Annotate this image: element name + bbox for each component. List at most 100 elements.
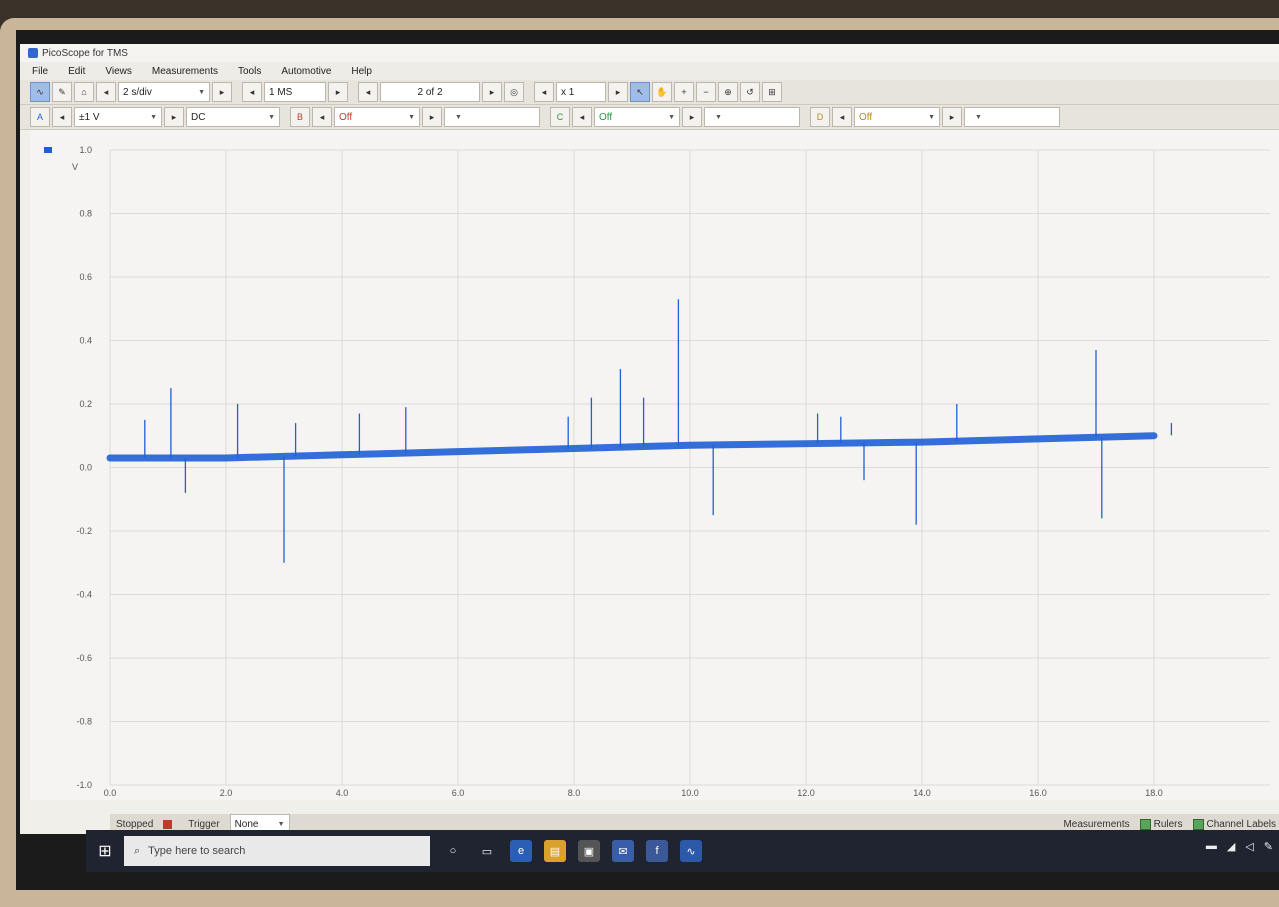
x-tick-label: 6.0 — [452, 788, 465, 798]
windows-start-icon[interactable]: ⊞ — [86, 830, 124, 872]
channel-toolbar: A ◂ ±1 V ▼ ▸ DC ▼ B ◂ Off ▼ ▸ ▼ C ◂ Off ▼ ▸ … — [20, 105, 1279, 130]
channel-d-range-select[interactable]: Off ▼ — [854, 107, 940, 127]
zoom-prev-button[interactable]: ◂ — [534, 82, 554, 102]
cortana-icon[interactable]: ○ — [442, 840, 464, 862]
system-tray: ▬ ◢ ◁ ✎ — [1206, 840, 1273, 853]
measurements-toggle[interactable]: Measurements — [1063, 819, 1129, 830]
zoom-fit-icon[interactable]: ⊕ — [718, 82, 738, 102]
picoscope-taskbar-icon[interactable]: ∿ — [680, 840, 702, 862]
scope-mode-icon[interactable]: ∿ — [30, 82, 50, 102]
zoom-select[interactable]: x 1 — [556, 82, 606, 102]
ruler-icon[interactable]: ⊞ — [762, 82, 782, 102]
facebook-icon[interactable]: f — [646, 840, 668, 862]
check-icon — [1139, 818, 1151, 830]
channel-b-coupling-select[interactable]: ▼ — [444, 107, 540, 127]
timebase-select[interactable]: 2 s/div ▼ — [118, 82, 210, 102]
file-explorer-icon[interactable]: ▤ — [544, 840, 566, 862]
range-c-prev-button[interactable]: ◂ — [572, 107, 592, 127]
range-b-next-button[interactable]: ▸ — [422, 107, 442, 127]
x-tick-label: 16.0 — [1029, 788, 1047, 798]
chevron-down-icon: ▼ — [150, 113, 157, 121]
rulers-toggle[interactable]: Rulers — [1139, 818, 1183, 830]
trigger-value: None — [234, 818, 259, 830]
channel-a-range-value: ±1 V — [79, 111, 100, 123]
y-tick-label: 0.8 — [79, 209, 92, 219]
channel-a-coupling-select[interactable]: DC ▼ — [186, 107, 280, 127]
mail-icon[interactable]: ✉ — [612, 840, 634, 862]
zoom-value: x 1 — [561, 86, 575, 98]
timebase-prev-button[interactable]: ◂ — [96, 82, 116, 102]
channel-d-range-value: Off — [859, 111, 873, 123]
channel-b-icon[interactable]: B — [290, 107, 310, 127]
scope-view[interactable]: 1.0 0.8 0.6 0.4 0.2 0.0 -0.2 -0.4 -0.6 -0.8 -1.0 0.… — [30, 130, 1279, 800]
menu-views[interactable]: Views — [105, 66, 132, 77]
edge-icon[interactable]: e — [510, 840, 532, 862]
probe-icon[interactable]: ✎ — [52, 82, 72, 102]
timebase-next-button[interactable]: ▸ — [212, 82, 232, 102]
home-icon[interactable]: ⌂ — [74, 82, 94, 102]
range-a-prev-button[interactable]: ◂ — [52, 107, 72, 127]
task-view-icon[interactable]: ▭ — [476, 840, 498, 862]
pointer-icon[interactable]: ↖ — [630, 82, 650, 102]
start-stop-button[interactable] — [163, 819, 178, 829]
zoom-out-icon[interactable]: − — [696, 82, 716, 102]
samples-value: 1 MS — [269, 86, 293, 98]
search-placeholder: Type here to search — [148, 845, 246, 857]
range-d-next-button[interactable]: ▸ — [942, 107, 962, 127]
y-tick-label: -0.6 — [76, 653, 92, 663]
x-tick-label: 8.0 — [568, 788, 581, 798]
channel-c-range-select[interactable]: Off ▼ — [594, 107, 680, 127]
x-tick-label: 4.0 — [336, 788, 349, 798]
menu-edit[interactable]: Edit — [68, 66, 85, 77]
chevron-down-icon: ▼ — [455, 113, 462, 121]
store-icon[interactable]: ▣ — [578, 840, 600, 862]
range-b-prev-button[interactable]: ◂ — [312, 107, 332, 127]
battery-icon[interactable]: ▬ — [1206, 840, 1217, 853]
menu-measurements[interactable]: Measurements — [152, 66, 218, 77]
undo-zoom-icon[interactable]: ↺ — [740, 82, 760, 102]
rulers-label: Rulers — [1153, 818, 1183, 830]
chevron-down-icon: ▼ — [928, 113, 935, 121]
app-icon — [28, 48, 38, 58]
chevron-down-icon: ▼ — [277, 820, 285, 828]
zoom-in-icon[interactable]: + — [674, 82, 694, 102]
network-icon[interactable]: ◢ — [1227, 840, 1235, 853]
y-tick-label: 0.4 — [79, 336, 92, 346]
range-a-next-button[interactable]: ▸ — [164, 107, 184, 127]
range-d-prev-button[interactable]: ◂ — [832, 107, 852, 127]
waveform-trace — [106, 432, 1158, 462]
buffer-prev-button[interactable]: ◂ — [358, 82, 378, 102]
channel-d-icon[interactable]: D — [810, 107, 830, 127]
buffer-navigator[interactable]: 2 of 2 — [380, 82, 480, 102]
y-axis-unit-label: V — [72, 162, 78, 172]
channel-a-icon[interactable]: A — [30, 107, 50, 127]
channel-c-coupling-select[interactable]: ▼ — [704, 107, 800, 127]
samples-prev-button[interactable]: ◂ — [242, 82, 262, 102]
x-tick-label: 18.0 — [1145, 788, 1163, 798]
y-tick-label: 0.0 — [79, 463, 92, 473]
title-bar: PicoScope for TMS — [20, 44, 1279, 62]
volume-icon[interactable]: ◁ — [1245, 840, 1253, 853]
samples-select[interactable]: 1 MS — [264, 82, 326, 102]
zoom-next-button[interactable]: ▸ — [608, 82, 628, 102]
taskbar-search[interactable]: ⌕ Type here to search — [124, 836, 430, 866]
samples-next-button[interactable]: ▸ — [328, 82, 348, 102]
channel-labels-toggle[interactable]: Channel Labels — [1192, 818, 1276, 830]
range-c-next-button[interactable]: ▸ — [682, 107, 702, 127]
channel-b-range-select[interactable]: Off ▼ — [334, 107, 420, 127]
menu-file[interactable]: File — [32, 66, 48, 77]
menu-automotive[interactable]: Automotive — [281, 66, 331, 77]
channel-d-coupling-select[interactable]: ▼ — [964, 107, 1060, 127]
channel-a-coupling-value: DC — [191, 111, 206, 123]
menu-tools[interactable]: Tools — [238, 66, 261, 77]
waveform-chart[interactable]: 1.0 0.8 0.6 0.4 0.2 0.0 -0.2 -0.4 -0.6 -0.8 -1.0 0.… — [30, 130, 1279, 800]
hand-icon[interactable]: ✋ — [652, 82, 672, 102]
menu-bar: File Edit Views Measurements Tools Autom… — [20, 62, 1279, 80]
menu-help[interactable]: Help — [351, 66, 372, 77]
channel-a-range-select[interactable]: ±1 V ▼ — [74, 107, 162, 127]
buffer-next-button[interactable]: ▸ — [482, 82, 502, 102]
screen: PicoScope for TMS File Edit Views Measur… — [16, 30, 1279, 890]
pen-icon[interactable]: ✎ — [1264, 840, 1273, 853]
channel-c-icon[interactable]: C — [550, 107, 570, 127]
buffer-overview-icon[interactable]: ◎ — [504, 82, 524, 102]
